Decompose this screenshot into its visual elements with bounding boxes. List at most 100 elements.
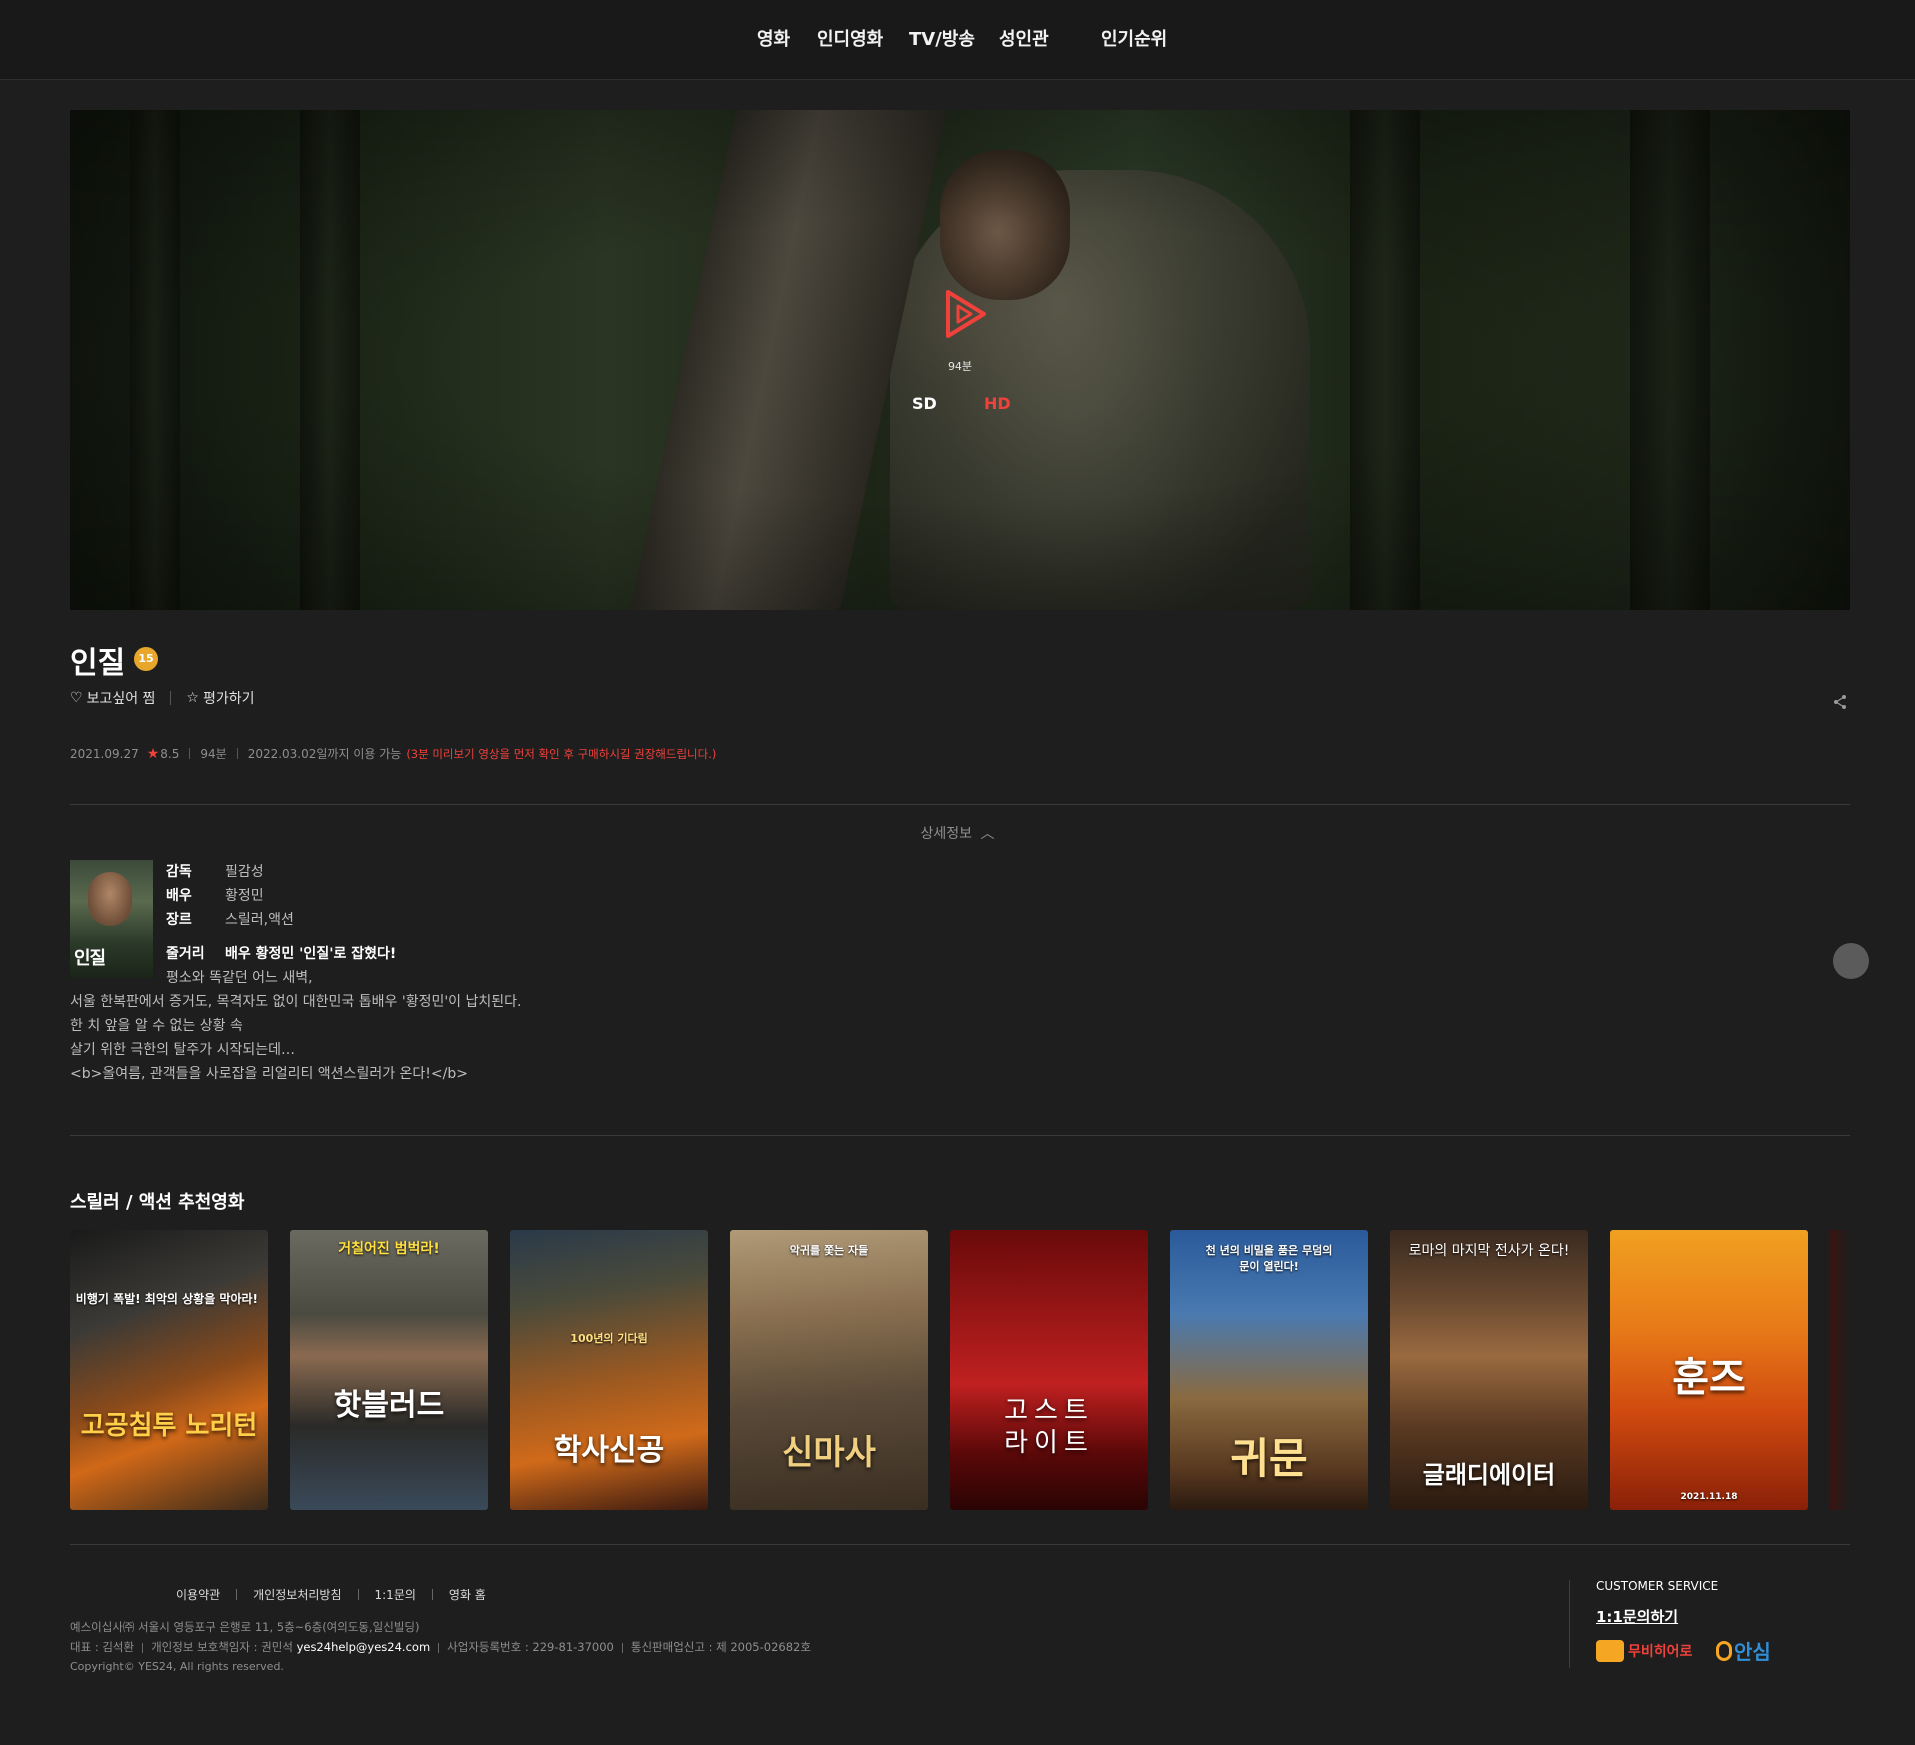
chevron-up-icon: ︿ [980,826,995,842]
rate-label: 평가하기 [202,691,255,707]
divider [357,1589,359,1600]
footer-company-info: 대표 : 김석환 개인정보 보호책임자 : 권민석 yes24help@yes24… [70,1639,811,1655]
plot-key: 줄거리 [166,946,205,962]
info-key: 장르 [166,912,192,928]
hero-banner[interactable]: 94분 SD HD [70,110,1850,610]
available-until: 2022.03.02일까지 이용 가능 [247,747,402,761]
detail-toggle[interactable]: 상세정보 ︿ [0,823,1915,843]
nav-item-movie[interactable]: 영화 [757,25,790,51]
ansim-badge-icon [1716,1640,1732,1661]
plot-line: 한 치 앞을 알 수 없는 상황 속 [70,1018,243,1034]
poster-card-partial[interactable] [1830,1230,1850,1510]
info-row-actor: 배우 황정민 [166,885,264,905]
inquiry-link[interactable]: 1:1문의하기 [1596,1606,1678,1627]
nav-item-adult[interactable]: 성인관 [999,25,1049,51]
poster-title: 학사신공 [553,1433,665,1468]
ansim-text: 안심 [1734,1640,1771,1664]
poster-tagline: 거칠어진 범벅라! [338,1241,440,1257]
detail-toggle-label: 상세정보 [920,826,973,842]
release-date: 2021.09.27 [70,746,139,761]
info-value: 필감성 [225,864,264,880]
divider [70,1135,1850,1136]
divider [70,804,1850,805]
poster-tagline: 비행기 폭발! 최악의 상황을 막아라! [75,1292,258,1306]
footer-email[interactable]: yes24help@yes24.com [297,1640,431,1654]
poster-title: 신마사 [782,1433,876,1473]
footer-link-movie-home[interactable]: 영화 홈 [449,1586,486,1603]
hero-runtime: 94분 [947,360,973,373]
play-icon[interactable] [938,286,994,342]
poster-tagline: 로마의 마지막 전사가 온다! [1408,1243,1570,1259]
movie-title: 인질 [70,646,126,681]
quality-hd-button[interactable]: HD [984,394,1011,413]
scroll-top-button[interactable] [1833,943,1869,979]
footer-link-terms[interactable]: 이용약관 [176,1586,220,1603]
star-icon: ★ [146,745,160,762]
wish-button[interactable]: ♡ 보고싶어 찜 [70,688,155,708]
poster-title: 고공침투 노리턴 [80,1411,258,1441]
customer-service-title: CUSTOMER SERVICE [1596,1579,1719,1593]
movie-hero-logo[interactable]: 무비히어로 [1596,1640,1692,1662]
movie-meta: 2021.09.27 ★ 8.5 94분 2022.03.02일까지 이용 가능… [70,745,716,762]
poster-tagline: 100년의 기다림 [570,1332,648,1345]
divider [170,691,172,705]
info-value: 스릴러,액션 [225,912,294,928]
poster-card[interactable]: 악귀를 쫓는 자들 신마사 [730,1230,928,1510]
poster-card[interactable]: 훈즈 2021.11.18 [1610,1230,1808,1510]
divider [1569,1580,1570,1668]
poster-title: 글래디에이터 [1422,1461,1556,1489]
nav-item-indie[interactable]: 인디영화 [817,25,883,51]
info-row-genre: 장르 스릴러,액션 [166,909,294,929]
top-nav: 영화 인디영화 TV/방송 성인관 인기순위 [0,0,1915,80]
rate-button[interactable]: ☆ 평가하기 [186,688,254,708]
info-row-director: 감독 필감성 [166,861,264,881]
poster-card[interactable]: 천 년의 비밀을 품은 무덤의 문이 열린다! 귀문 [1170,1230,1368,1510]
footer-link-inquiry[interactable]: 1:1문의 [375,1586,416,1603]
ansim-logo[interactable]: 안심 [1716,1636,1771,1665]
poster-card[interactable]: 고스트 라이트 [950,1230,1148,1510]
thumb-face [88,872,132,926]
duration: 94분 [200,747,227,761]
footer-link-privacy[interactable]: 개인정보처리방침 [253,1586,341,1603]
poster-title: 고스트 라이트 [1004,1396,1094,1458]
footer-business-no: 사업자등록번호 : 229-81-37000 [447,1640,614,1654]
nav-item-tv[interactable]: TV/방송 [909,25,975,51]
poster-card[interactable]: 100년의 기다림 학사신공 [510,1230,708,1510]
poster-title: 핫블러드 [333,1388,445,1423]
info-key: 배우 [166,888,192,904]
star-outline-icon: ☆ [186,690,199,706]
plot-headline: 배우 황정민 '인질'로 잡혔다! [225,946,397,962]
recommend-title: 스릴러 / 액션 추천영화 [70,1192,245,1213]
info-value: 황정민 [225,888,264,904]
footer-ceo: 대표 : 김석환 [70,1640,135,1654]
movie-hero-text: 무비히어로 [1628,1644,1693,1660]
footer-address: 예스이십사㈜ 서울시 영등포구 은행로 11, 5층~6층(여의도동,일신빌딩) [70,1620,420,1634]
poster-tagline: 악귀를 쫓는 자들 [789,1244,869,1257]
poster-title: 훈즈 [1672,1355,1746,1401]
poster-tagline: 천 년의 비밀을 품은 무덤의 문이 열린다! [1205,1244,1333,1273]
heart-icon: ♡ [70,690,83,706]
movie-actions: ♡ 보고싶어 찜 ☆ 평가하기 [70,688,255,708]
share-icon[interactable] [1832,694,1848,710]
age-rating-badge: 15 [134,647,158,671]
poster-card[interactable]: 로마의 마지막 전사가 온다! 글래디에이터 [1390,1230,1588,1510]
quality-sd-button[interactable]: SD [912,394,937,413]
footer-ecommerce-no: 통신판매업신고 : 제 2005-02682호 [630,1640,811,1654]
plot-line: <b>올여름, 관객들을 사로잡을 리얼리티 액션스릴러가 온다!</b> [70,1066,468,1082]
footer-links: 이용약관 개인정보처리방침 1:1문의 영화 홈 [176,1586,486,1603]
divider [236,748,238,759]
nav-item-ranking[interactable]: 인기순위 [1101,25,1167,51]
score: 8.5 [160,746,180,761]
poster-card[interactable]: 거칠어진 범벅라! 핫블러드 [290,1230,488,1510]
plot-line: 평소와 똑같던 어느 새벽, [166,970,313,986]
info-key: 감독 [166,864,192,880]
footer-copyright: Copyright© YES24, All rights reserved. [70,1660,284,1673]
poster-card[interactable]: 비행기 폭발! 최악의 상황을 막아라! 고공침투 노리턴 [70,1230,268,1510]
thumb-title: 인질 [74,948,106,969]
preview-notice: (3분 미리보기 영상을 먼저 확인 후 구매하시길 권장해드립니다.) [406,746,717,761]
plot-line: 서울 한복판에서 증거도, 목격자도 없이 대한민국 톱배우 '황정민'이 납치… [70,994,522,1010]
divider [70,1544,1850,1545]
plot-line: 살기 위한 극한의 탈주가 시작되는데… [70,1042,295,1058]
footer-privacy-officer: 개인정보 보호책임자 : 권민석 [151,1640,293,1654]
poster-title: 귀문 [1230,1434,1308,1483]
